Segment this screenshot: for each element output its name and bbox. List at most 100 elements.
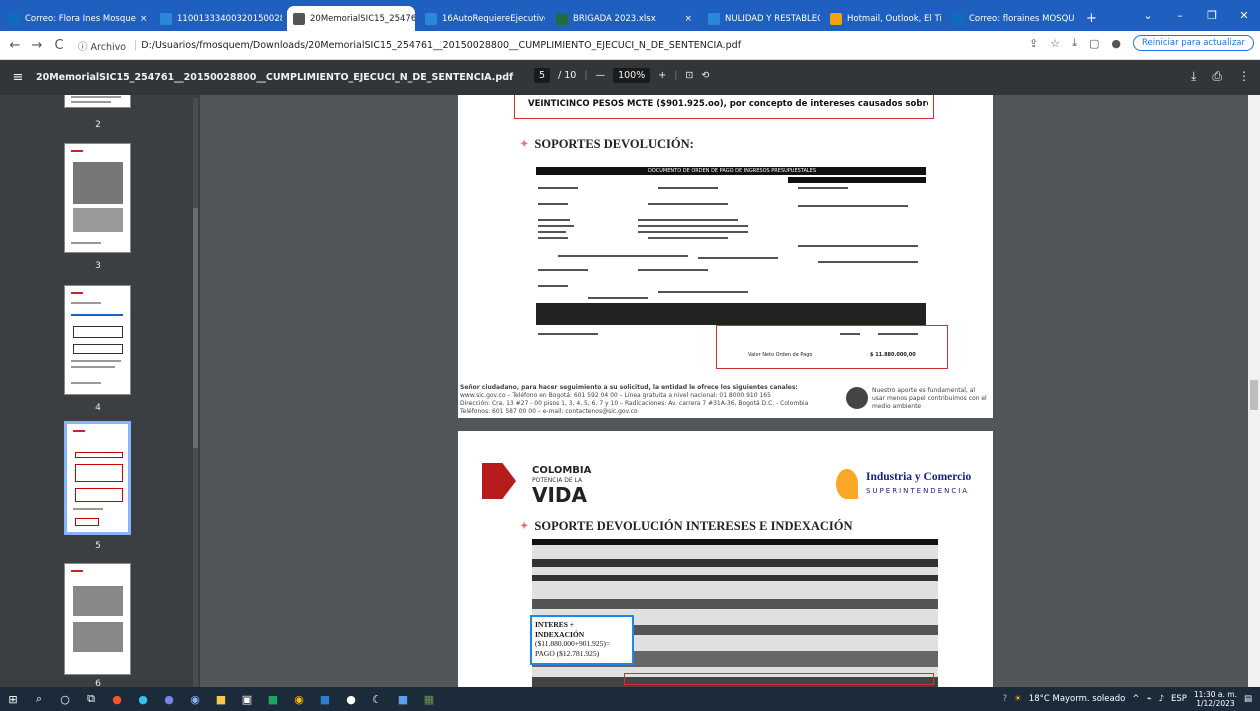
bookmark-star-icon[interactable]: ☆ [1050, 37, 1060, 50]
footer-line: Teléfonos: 601 587 00 00 – e-mail: conta… [460, 408, 638, 415]
camera-icon[interactable]: ▣ [234, 693, 260, 706]
thumb-table [73, 162, 123, 204]
app-icon-2[interactable]: ☾ [364, 693, 390, 706]
teams-icon[interactable]: ● [156, 693, 182, 706]
tab-label: 11001333400320150028 [177, 13, 282, 24]
hamburger-menu-icon[interactable]: ≡ [0, 70, 36, 85]
page-total: / 10 [558, 70, 577, 81]
minimize-button[interactable]: – [1164, 9, 1196, 22]
app-icon-3[interactable]: ■ [390, 693, 416, 706]
zoom-in-button[interactable]: + [658, 70, 666, 81]
msn-icon [830, 12, 842, 25]
clock[interactable]: 11:30 a. m. 1/12/2023 [1194, 690, 1237, 708]
print-icon[interactable]: ⎙ [1212, 69, 1222, 84]
thumbnail-number: 4 [95, 403, 101, 413]
page-thumbnail-3[interactable] [64, 143, 131, 253]
downloads-icon[interactable]: ⤓ [1072, 36, 1077, 50]
profile-avatar-icon[interactable]: ● [1111, 37, 1121, 50]
page-thumbnail-5[interactable] [64, 421, 131, 535]
update-button[interactable]: Reiniciar para actualizar [1132, 35, 1254, 51]
thumbnail-number: 5 [95, 541, 101, 551]
footer-line: www.sic.gov.co – Teléfono en Bogotá: 601… [460, 392, 771, 399]
sic-name: Industria y Comercio [866, 471, 972, 483]
browser-tab[interactable]: 16AutoRequiereEjecutivo× [419, 6, 545, 31]
language-indicator[interactable]: ESP [1171, 694, 1187, 704]
more-options-icon[interactable]: ⋮ [1238, 69, 1250, 84]
cortana-icon[interactable]: ○ [52, 693, 78, 706]
weather-text[interactable]: 18°C Mayorm. soleado [1029, 694, 1126, 704]
word-icon[interactable]: ■ [312, 693, 338, 706]
eco-note: Nuestro aporte es fundamental, al usar m… [872, 387, 987, 410]
excel-icon[interactable]: ■ [260, 693, 286, 706]
browser-tab[interactable]: Correo: floraines MOSQU× [946, 6, 1074, 31]
note-line: PAGO ($12.781.925) [535, 648, 600, 658]
footer-line: Dirección: Cra. 13 #27 - 00 pisos 1, 3, … [460, 400, 809, 407]
fit-page-icon[interactable]: ⊡ [685, 70, 693, 81]
browser-tab[interactable]: Correo: Flora Ines Mosque × [2, 6, 150, 31]
sharepoint-icon [708, 12, 720, 25]
tab-close-icon[interactable]: × [680, 14, 692, 24]
section-heading: ✦ SOPORTE DEVOLUCIÓN INTERESES E INDEXAC… [520, 519, 853, 533]
footer-line: Señor ciudadano, para hacer seguimiento … [460, 384, 798, 391]
note-line: ($11.880.000+901.925)= [535, 639, 611, 648]
thumb-table [73, 586, 123, 616]
download-icon[interactable]: ⤓ [1191, 69, 1196, 84]
help-icon[interactable]: ? [1003, 694, 1008, 704]
zoom-input[interactable]: 100% [613, 68, 651, 83]
page-thumbnail-6[interactable] [64, 563, 131, 675]
chrome-icon[interactable]: ◉ [182, 693, 208, 706]
browser-tab[interactable]: 11001333400320150028× [154, 6, 282, 31]
toolbar-divider: | [584, 70, 588, 81]
tab-close-icon[interactable]: × [136, 14, 148, 24]
browser-tab[interactable]: Hotmail, Outlook, El Tiem× [824, 6, 942, 31]
pen-icon: ✦ [520, 139, 529, 150]
reload-button[interactable]: C [48, 38, 70, 53]
back-button[interactable]: ← [4, 38, 26, 53]
weather-icon[interactable]: ☀ [1014, 694, 1022, 704]
tab-label: 16AutoRequiereEjecutivo [442, 13, 545, 24]
notifications-icon[interactable]: ▤ [1244, 694, 1252, 704]
task-view-icon[interactable]: ⧉ [78, 692, 104, 706]
app-icon[interactable]: ● [338, 693, 364, 706]
sidebar-scrollbar[interactable] [193, 98, 198, 688]
tab-search-icon[interactable]: ⌄ [1132, 9, 1164, 22]
edge-icon[interactable]: ● [130, 693, 156, 706]
globe-icon [293, 12, 305, 25]
browser-tab[interactable]: BRIGADA 2023.xlsx × [550, 6, 698, 31]
main-scrollbar[interactable] [1248, 95, 1260, 687]
forward-button[interactable]: → [26, 38, 48, 53]
total-highlight-box [716, 325, 948, 369]
toolbar-actions: ⇪ ☆ ⤓ ▢ ● Reiniciar para actualizar [1029, 35, 1254, 51]
pdf-page-6: COLOMBIA POTENCIA DE LA VIDA Industria y… [458, 431, 993, 687]
site-info-icon[interactable]: ⓘ Archivo [78, 39, 126, 53]
search-icon[interactable]: ⌕ [26, 692, 52, 706]
start-icon[interactable]: ⊞ [0, 693, 26, 706]
file-explorer-icon[interactable]: ■ [208, 693, 234, 706]
sidepanel-icon[interactable]: ▢ [1089, 37, 1099, 50]
app-icon-4[interactable]: ▦ [416, 693, 442, 706]
close-window-button[interactable]: ✕ [1228, 9, 1260, 22]
browser-tab[interactable]: NULIDAD Y RESTABLECIM× [702, 6, 820, 31]
new-tab-button[interactable]: + [1080, 6, 1103, 31]
url-field[interactable]: ⓘ Archivo | D:/Usuarios/fmosquem/Downloa… [78, 34, 1008, 57]
page-thumbnail-2[interactable] [64, 95, 131, 108]
outlook-icon [952, 12, 964, 25]
volume-icon[interactable]: ♪ [1159, 694, 1164, 704]
calculation-note: INTERES + INDEXACIÓN ($11.880.000+901.92… [530, 615, 634, 665]
zoom-out-button[interactable]: — [596, 70, 606, 81]
maximize-button[interactable]: ❐ [1196, 9, 1228, 22]
rotate-icon[interactable]: ⟲ [701, 70, 709, 81]
pdf-toolbar: ≡ 20MemorialSIC15_254761__20150028800__C… [0, 60, 1260, 95]
tray-expand-icon[interactable]: ^ [1132, 694, 1139, 704]
network-icon[interactable]: ⌁ [1146, 694, 1151, 704]
page-thumbnail-4[interactable] [64, 285, 131, 395]
browser-tab[interactable]: 20MemorialSIC15_25476× [287, 6, 415, 31]
windows-taskbar: ⊞ ⌕ ○ ⧉ ● ● ● ◉ ■ ▣ ■ ◉ ■ ● ☾ ■ ▦ ? ☀ 18… [0, 687, 1260, 711]
sharepoint-icon [160, 12, 172, 25]
excel-icon [556, 12, 568, 25]
brave-icon[interactable]: ● [104, 693, 130, 706]
share-icon[interactable]: ⇪ [1029, 37, 1038, 50]
page-number-input[interactable]: 5 [534, 68, 551, 83]
chrome-icon-2[interactable]: ◉ [286, 693, 312, 706]
page-text-line: VEINTICINCO PESOS MCTE ($901.925.oo), po… [528, 99, 928, 109]
